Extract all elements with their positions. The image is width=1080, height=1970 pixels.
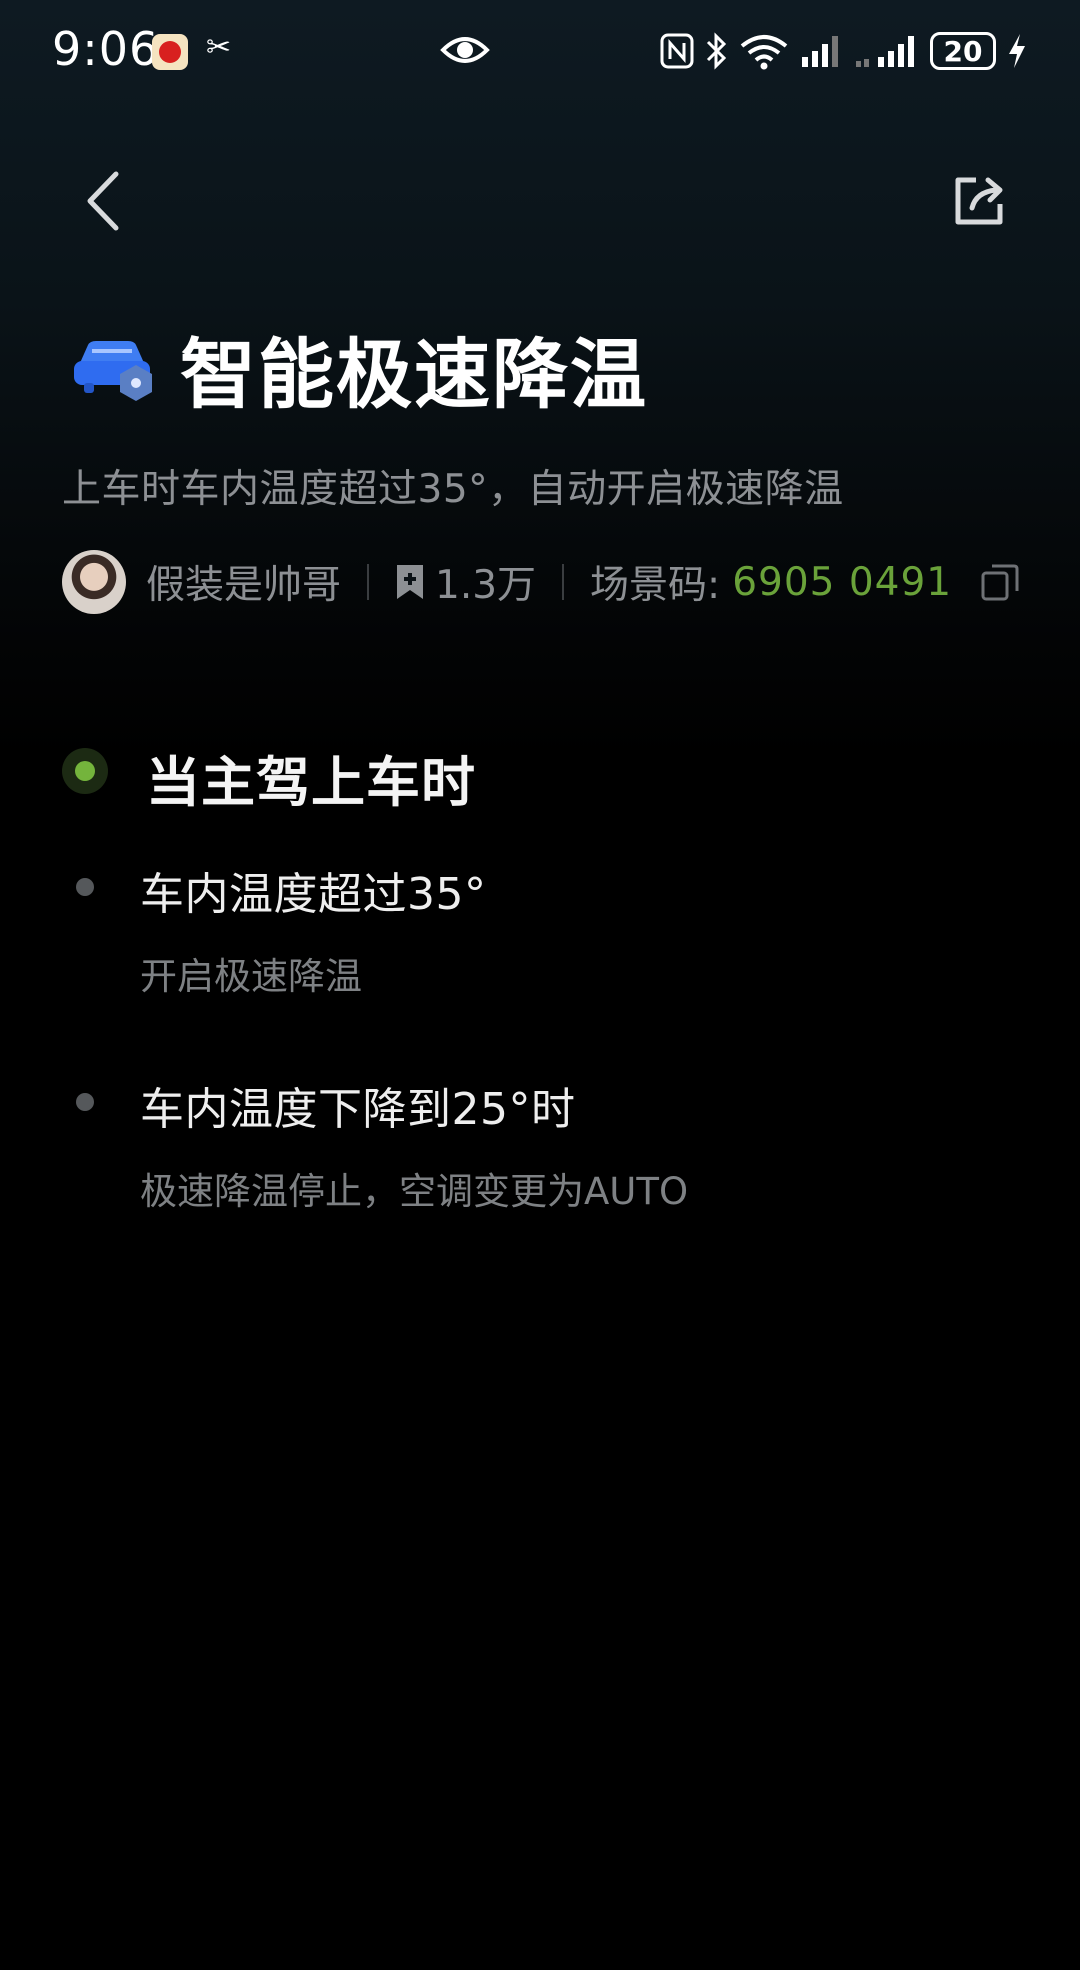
app-icon-2: ✂ xyxy=(206,30,232,65)
back-button[interactable] xyxy=(80,168,130,234)
divider xyxy=(562,564,565,600)
step-title: 车内温度下降到25°时 xyxy=(140,1084,576,1135)
scene-code: 6905 0491 xyxy=(732,559,953,605)
divider xyxy=(367,564,370,600)
share-button[interactable] xyxy=(950,170,1010,230)
chevron-left-icon xyxy=(87,171,119,231)
screen: 9:06 ✂ 20 智能极速降温 上车时车内温度超过35°，自动开启极速降温 假… xyxy=(0,0,1080,1970)
step-title: 车内温度超过35° xyxy=(140,869,487,920)
signal-icon-2 xyxy=(854,33,920,69)
avatar[interactable] xyxy=(62,550,126,614)
trigger-title: 当主驾上车时 xyxy=(146,751,476,814)
status-icons: 20 xyxy=(660,28,1028,74)
nfc-icon xyxy=(660,33,694,69)
share-icon xyxy=(955,177,1003,225)
wifi-icon xyxy=(738,32,790,70)
step-bullet xyxy=(76,878,94,896)
charging-icon xyxy=(1006,32,1028,70)
step-subtitle: 极速降温停止，空调变更为AUTO xyxy=(140,1170,689,1213)
battery-icon: 20 xyxy=(930,32,996,70)
trigger-indicator xyxy=(62,748,108,794)
status-time: 9:06 xyxy=(52,22,160,76)
step-subtitle: 开启极速降温 xyxy=(140,955,362,998)
bookmark-icon xyxy=(397,565,424,599)
author-name[interactable]: 假装是帅哥 xyxy=(146,554,341,610)
step-bullet xyxy=(76,1093,94,1111)
status-bar: 9:06 ✂ 20 xyxy=(0,0,1080,100)
bookmark-count: 1.3万 xyxy=(435,563,537,608)
page-title: 智能极速降温 xyxy=(180,330,648,419)
meta-row: 假装是帅哥 1.3万 场景码: 6905 0491 xyxy=(62,550,1020,614)
bluetooth-icon xyxy=(704,32,728,70)
scene-code-label: 场景码: xyxy=(590,563,721,608)
title-row: 智能极速降温 xyxy=(70,318,648,419)
car-icon xyxy=(74,341,152,401)
eye-icon xyxy=(440,30,490,70)
signal-icon xyxy=(800,33,844,69)
scene-description: 上车时车内温度超过35°，自动开启极速降温 xyxy=(62,467,844,512)
app-icon-1 xyxy=(152,34,188,70)
copy-icon[interactable] xyxy=(980,562,1020,602)
